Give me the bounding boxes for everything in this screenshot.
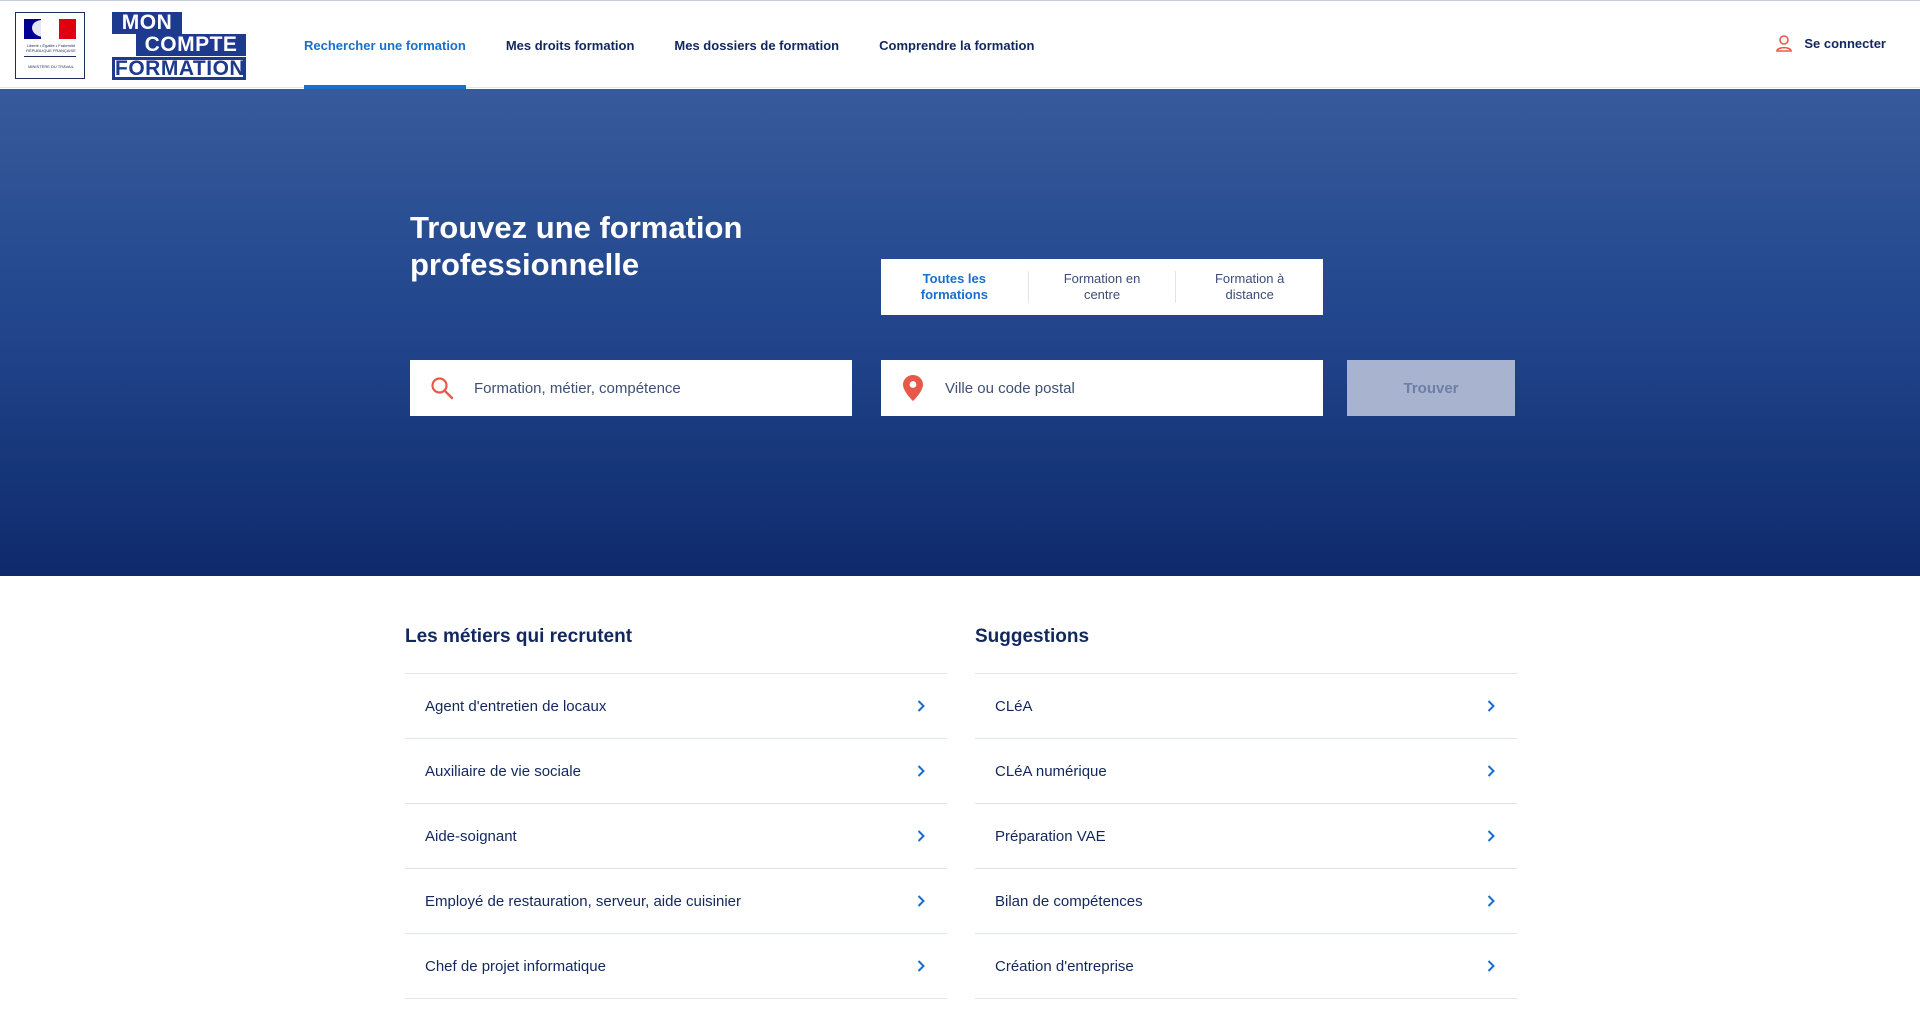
location-input[interactable] [945, 379, 1305, 397]
list-item-label: Employé de restauration, serveur, aide c… [425, 892, 741, 910]
chevron-right-icon [917, 895, 925, 907]
tab-formation-en-centre[interactable]: Formation en centre [1029, 271, 1177, 303]
chevron-right-icon [917, 830, 925, 842]
logo-divider [24, 56, 76, 57]
list-item-label: Bilan de compétences [995, 892, 1143, 910]
chevron-right-icon [1487, 960, 1495, 972]
main-nav: Rechercher une formation Mes droits form… [304, 1, 1074, 89]
search-icon [410, 376, 474, 400]
list-item[interactable]: CLéA numérique [975, 739, 1517, 804]
list-item[interactable]: Bilan de compétences [975, 869, 1517, 934]
list-item-label: Agent d'entretien de locaux [425, 697, 607, 715]
page-title: Trouvez une formation professionnelle [410, 210, 743, 282]
login-button[interactable]: Se connecter [1776, 35, 1886, 52]
list-item[interactable]: Employé de restauration, serveur, aide c… [405, 869, 947, 934]
list-item[interactable]: Préparation VAE [975, 804, 1517, 869]
chevron-right-icon [1487, 700, 1495, 712]
marianne-icon [32, 20, 54, 37]
nav-mes-droits-formation[interactable]: Mes droits formation [506, 1, 635, 89]
location-field[interactable] [881, 360, 1323, 416]
chevron-right-icon [917, 960, 925, 972]
list-item[interactable]: Chef de projet informatique [405, 934, 947, 999]
list-item[interactable]: Agent d'entretien de locaux [405, 674, 947, 739]
chevron-right-icon [1487, 765, 1495, 777]
location-pin-icon [881, 375, 945, 401]
logo-line-compte: COMPTE [136, 34, 246, 56]
list-item[interactable]: Création d'entreprise [975, 934, 1517, 999]
list-item[interactable]: Aide-soignant [405, 804, 947, 869]
list-item-label: CLéA numérique [995, 762, 1107, 780]
list-item-label: Préparation VAE [995, 827, 1106, 845]
logo-line-formation: FORMATION [112, 57, 246, 80]
list-item-label: Aide-soignant [425, 827, 517, 845]
suggestions-section: Suggestions CLéA CLéA numérique Préparat… [975, 618, 1517, 999]
login-label: Se connecter [1804, 36, 1886, 51]
republic-label: Liberté • Égalité • Fraternité RÉPUBLIQU… [26, 43, 76, 53]
section-title: Suggestions [975, 618, 1517, 674]
nav-mes-dossiers-formation[interactable]: Mes dossiers de formation [674, 1, 839, 89]
list-item[interactable]: Auxiliaire de vie sociale [405, 739, 947, 804]
list-item-label: CLéA [995, 697, 1033, 715]
list-item[interactable]: CLéA [975, 674, 1517, 739]
list-item-label: Création d'entreprise [995, 957, 1134, 975]
chevron-right-icon [1487, 895, 1495, 907]
formation-type-tabs: Toutes les formations Formation en centre … [881, 259, 1323, 315]
site-header: Liberté • Égalité • Fraternité RÉPUBLIQU… [0, 0, 1920, 89]
nav-rechercher-formation[interactable]: Rechercher une formation [304, 1, 466, 89]
list-item-label: Chef de projet informatique [425, 957, 606, 975]
search-field[interactable] [410, 360, 852, 416]
search-input[interactable] [474, 379, 834, 397]
logo-line-mon: MON [112, 12, 182, 34]
nav-comprendre-formation[interactable]: Comprendre la formation [879, 1, 1034, 89]
chevron-right-icon [917, 765, 925, 777]
chevron-right-icon [917, 700, 925, 712]
tab-formation-a-distance[interactable]: Formation à distance [1176, 271, 1323, 303]
find-button[interactable]: Trouver [1347, 360, 1515, 416]
search-hero: Trouvez une formation professionnelle Tou… [0, 89, 1920, 576]
jobs-recruiting-section: Les métiers qui recrutent Agent d'entret… [405, 618, 947, 999]
list-item-label: Auxiliaire de vie sociale [425, 762, 581, 780]
tab-toutes-formations[interactable]: Toutes les formations [881, 271, 1029, 303]
user-icon [1776, 35, 1793, 52]
ministry-label: MINISTÈRE DU TRAVAIL [28, 64, 74, 69]
chevron-right-icon [1487, 830, 1495, 842]
mon-compte-formation-logo[interactable]: MON COMPTE FORMATION [112, 12, 246, 80]
republique-francaise-logo[interactable]: Liberté • Égalité • Fraternité RÉPUBLIQU… [15, 12, 85, 79]
section-title: Les métiers qui recrutent [405, 618, 947, 674]
